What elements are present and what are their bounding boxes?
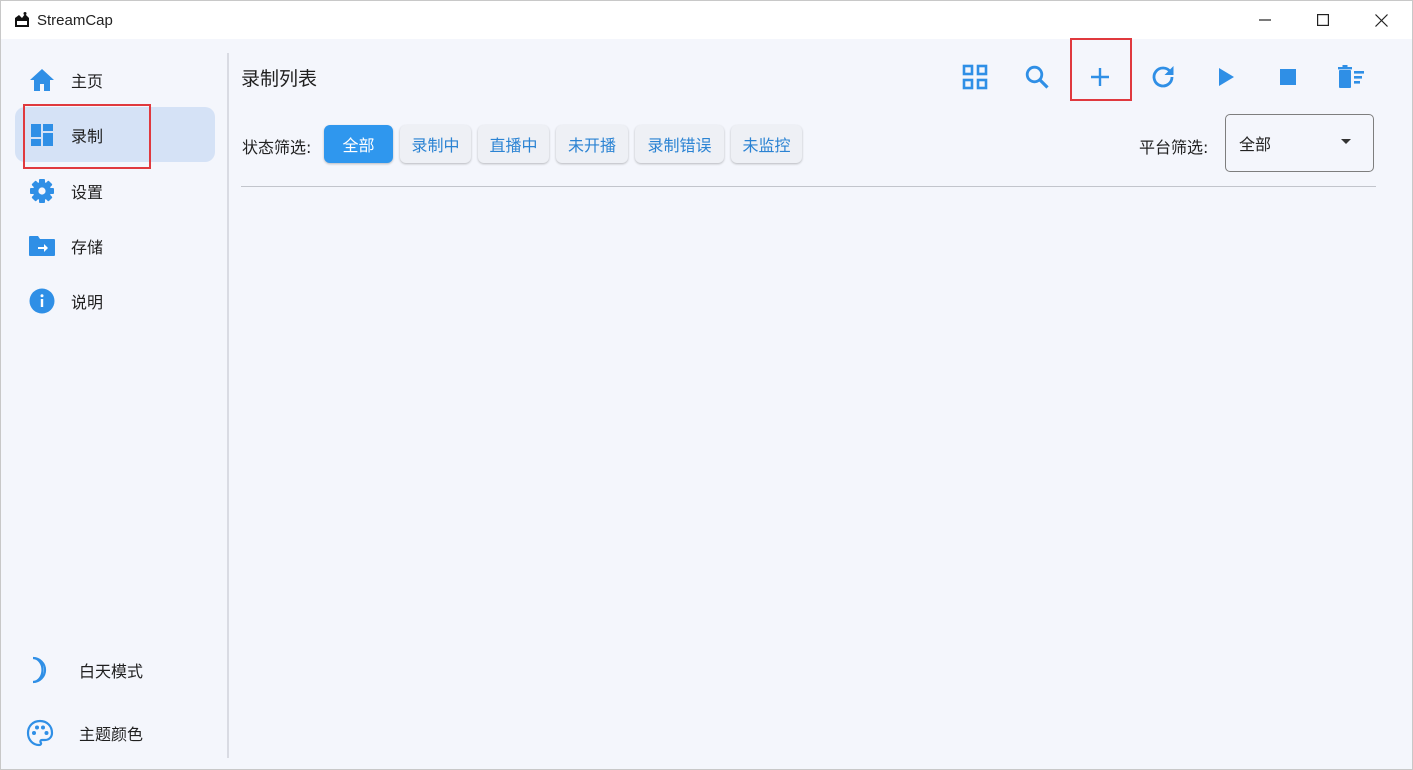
platform-filter-label: 平台筛选: (1139, 138, 1209, 157)
refresh-icon (1152, 66, 1174, 88)
sidebar-item-home[interactable]: 主页 (15, 52, 215, 107)
maximize-icon (1317, 14, 1329, 26)
gear-icon (28, 177, 56, 205)
search-icon (1025, 65, 1049, 89)
refresh-button[interactable] (1140, 58, 1186, 96)
start-all-button[interactable] (1203, 58, 1249, 96)
search-button[interactable] (1014, 58, 1060, 96)
stop-icon (1280, 69, 1296, 85)
title-bar: StreamCap (1, 1, 1412, 39)
palette-icon (26, 719, 54, 747)
highlight-box-add (1070, 38, 1132, 101)
play-icon (1219, 68, 1234, 86)
close-button[interactable] (1352, 1, 1410, 39)
sidebar: 主页 录制 设置 存储 说明 白天模式 主题颜色 (1, 39, 227, 770)
sidebar-divider (227, 53, 229, 758)
sidebar-item-label: 说明 (71, 292, 104, 312)
day-mode-toggle[interactable]: 白天模式 (23, 650, 143, 690)
theme-color-button[interactable]: 主题颜色 (23, 713, 143, 753)
minimize-button[interactable] (1236, 1, 1294, 39)
grid-view-button[interactable] (952, 58, 998, 96)
delete-all-icon (1338, 65, 1364, 88)
divider-line (241, 186, 1376, 187)
main-content: 录制列表 状态筛选: 全部 录制中 直播中 未开播 录制错误 未监控 平台筛选:… (241, 38, 1377, 770)
moon-icon (26, 656, 54, 684)
highlight-box-record (23, 104, 151, 169)
sidebar-item-label: 主页 (71, 71, 104, 91)
delete-all-button[interactable] (1328, 58, 1374, 96)
minimize-icon (1259, 19, 1271, 21)
app-logo-icon (12, 10, 32, 30)
app-window: StreamCap 主页 录制 设置 存储 说明 白天模式 主题颜色 录制列表 … (0, 0, 1413, 770)
grid-view-icon (962, 64, 988, 90)
sidebar-item-label: 设置 (71, 182, 104, 202)
platform-filter-dropdown[interactable]: 全部 (1225, 114, 1374, 172)
theme-color-label: 主题颜色 (79, 725, 144, 744)
info-icon (28, 287, 56, 315)
sidebar-item-about[interactable]: 说明 (15, 273, 215, 328)
sidebar-item-storage[interactable]: 存储 (15, 218, 215, 273)
status-chip-error[interactable]: 录制错误 (635, 125, 724, 163)
sidebar-item-label: 存储 (71, 237, 104, 257)
status-chip-unmonitored[interactable]: 未监控 (731, 125, 802, 163)
status-chip-offline[interactable]: 未开播 (556, 125, 628, 163)
status-chip-live[interactable]: 直播中 (478, 125, 549, 163)
folder-icon (28, 232, 56, 260)
status-chip-all[interactable]: 全部 (324, 125, 393, 163)
sidebar-item-settings[interactable]: 设置 (15, 163, 215, 218)
page-title: 录制列表 (241, 68, 318, 90)
platform-filter-value: 全部 (1239, 135, 1272, 154)
status-filter-label: 状态筛选: (242, 138, 312, 157)
app-title: StreamCap (37, 11, 113, 29)
stop-all-button[interactable] (1265, 58, 1311, 96)
close-icon (1374, 13, 1388, 27)
status-chip-recording[interactable]: 录制中 (400, 125, 471, 163)
home-icon (28, 66, 56, 94)
chevron-down-icon (1341, 139, 1351, 144)
maximize-button[interactable] (1294, 1, 1352, 39)
day-mode-label: 白天模式 (79, 662, 144, 681)
